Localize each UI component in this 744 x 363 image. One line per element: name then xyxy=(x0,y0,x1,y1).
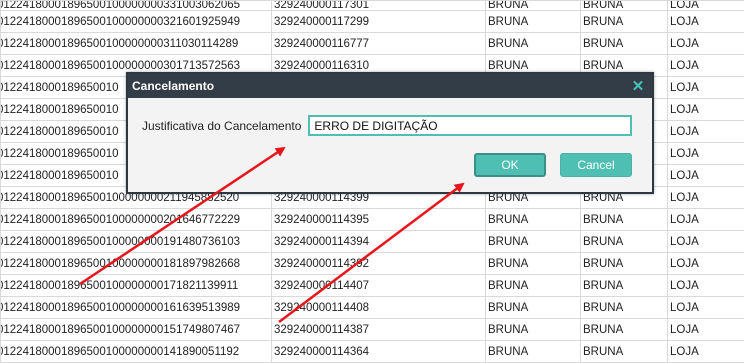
table-cell[interactable]: BRUNA xyxy=(486,341,581,363)
table-cell[interactable]: LOJA xyxy=(668,209,744,231)
justification-row: Justificativa do Cancelamento xyxy=(142,115,632,136)
justification-label: Justificativa do Cancelamento xyxy=(142,119,301,133)
table-cell[interactable]: 329240000114395 xyxy=(272,209,486,231)
table-cell[interactable]: BRUNA xyxy=(581,275,668,297)
table-cell[interactable]: 329240000114392 xyxy=(272,253,486,275)
table-cell[interactable]: BRUNA xyxy=(581,297,668,319)
table-cell[interactable]: BRUNA xyxy=(486,33,581,55)
table-cell[interactable]: BRUNA xyxy=(486,1,581,11)
table-cell[interactable]: 01224180001896500100000000201646772229 xyxy=(1,209,272,231)
table-cell[interactable]: BRUNA xyxy=(486,209,581,231)
table-cell[interactable]: 329240000114364 xyxy=(272,341,486,363)
table-cell[interactable]: 329240000117301 xyxy=(272,1,486,11)
table-cell[interactable]: BRUNA xyxy=(486,319,581,341)
table-cell[interactable]: 01224180001896500100000000151749807467 xyxy=(1,319,272,341)
table-cell[interactable]: 329240000114408 xyxy=(272,297,486,319)
table-cell[interactable]: LOJA xyxy=(668,297,744,319)
table-cell[interactable]: 01224180001896500100000000191480736103 xyxy=(1,231,272,253)
table-cell[interactable]: LOJA xyxy=(668,1,744,11)
table-cell[interactable]: 01224180001896500100000000321601925949 xyxy=(1,11,272,33)
dialog-header: Cancelamento ✕ xyxy=(128,74,652,98)
table-cell[interactable]: BRUNA xyxy=(581,253,668,275)
table-cell[interactable]: LOJA xyxy=(668,55,744,77)
table-row[interactable]: 0122418000189650010000000020164677222932… xyxy=(1,209,744,231)
table-cell[interactable]: LOJA xyxy=(668,33,744,55)
table-cell[interactable]: 329240000117299 xyxy=(272,11,486,33)
close-icon[interactable]: ✕ xyxy=(632,80,644,92)
table-row[interactable]: 0122418000189650010000000033100306206532… xyxy=(1,1,744,11)
table-row[interactable]: 0122418000189650010000000014189005119232… xyxy=(1,341,744,363)
table-cell[interactable]: LOJA xyxy=(668,275,744,297)
table-row[interactable]: 0122418000189650010000000018189798266832… xyxy=(1,253,744,275)
ok-button[interactable]: OK xyxy=(474,153,546,177)
table-cell[interactable]: BRUNA xyxy=(581,11,668,33)
justification-input[interactable] xyxy=(308,115,632,136)
table-cell[interactable]: 01224180001896500100000000171821139911 xyxy=(1,275,272,297)
table-cell[interactable]: LOJA xyxy=(668,121,744,143)
table-cell[interactable]: BRUNA xyxy=(486,11,581,33)
table-cell[interactable]: LOJA xyxy=(668,143,744,165)
table-cell[interactable]: 329240000114394 xyxy=(272,231,486,253)
table-cell[interactable]: LOJA xyxy=(668,165,744,187)
table-cell[interactable]: LOJA xyxy=(668,11,744,33)
table-cell[interactable]: BRUNA xyxy=(486,253,581,275)
cancel-button[interactable]: Cancel xyxy=(560,153,632,177)
table-cell[interactable]: 329240000116777 xyxy=(272,33,486,55)
table-row[interactable]: 0122418000189650010000000032160192594932… xyxy=(1,11,744,33)
table-cell[interactable]: BRUNA xyxy=(581,319,668,341)
table-cell[interactable]: BRUNA xyxy=(581,209,668,231)
table-cell[interactable]: LOJA xyxy=(668,231,744,253)
table-cell[interactable]: LOJA xyxy=(668,319,744,341)
table-cell[interactable]: BRUNA xyxy=(581,231,668,253)
table-cell[interactable]: BRUNA xyxy=(486,275,581,297)
table-cell[interactable]: BRUNA xyxy=(581,341,668,363)
table-cell[interactable]: 329240000114387 xyxy=(272,319,486,341)
table-cell[interactable]: LOJA xyxy=(668,77,744,99)
table-row[interactable]: 0122418000189650010000000019148073610332… xyxy=(1,231,744,253)
table-cell[interactable]: BRUNA xyxy=(581,1,668,11)
table-row[interactable]: 0122418000189650010000000015174980746732… xyxy=(1,319,744,341)
table-cell[interactable]: 01224180001896500100000000161639513989 xyxy=(1,297,272,319)
table-cell[interactable]: 01224180001896500100000000331003062065 xyxy=(1,1,272,11)
table-row[interactable]: 0122418000189650010000000031103011428932… xyxy=(1,33,744,55)
table-cell[interactable]: LOJA xyxy=(668,341,744,363)
cancel-dialog: Cancelamento ✕ Justificativa do Cancelam… xyxy=(126,72,654,194)
table-cell[interactable]: LOJA xyxy=(668,187,744,209)
table-cell[interactable]: BRUNA xyxy=(581,33,668,55)
table-cell[interactable]: 01224180001896500100000000141890051192 xyxy=(1,341,272,363)
table-cell[interactable]: LOJA xyxy=(668,99,744,121)
table-cell[interactable]: BRUNA xyxy=(486,297,581,319)
table-cell[interactable]: 01224180001896500100000000181897982668 xyxy=(1,253,272,275)
table-row[interactable]: 0122418000189650010000000017182113991132… xyxy=(1,275,744,297)
table-cell[interactable]: 01224180001896500100000000311030114289 xyxy=(1,33,272,55)
table-cell[interactable]: 329240000114407 xyxy=(272,275,486,297)
table-cell[interactable]: LOJA xyxy=(668,253,744,275)
table-cell[interactable]: BRUNA xyxy=(486,231,581,253)
dialog-title: Cancelamento xyxy=(132,79,214,93)
table-row[interactable]: 0122418000189650010000000016163951398932… xyxy=(1,297,744,319)
